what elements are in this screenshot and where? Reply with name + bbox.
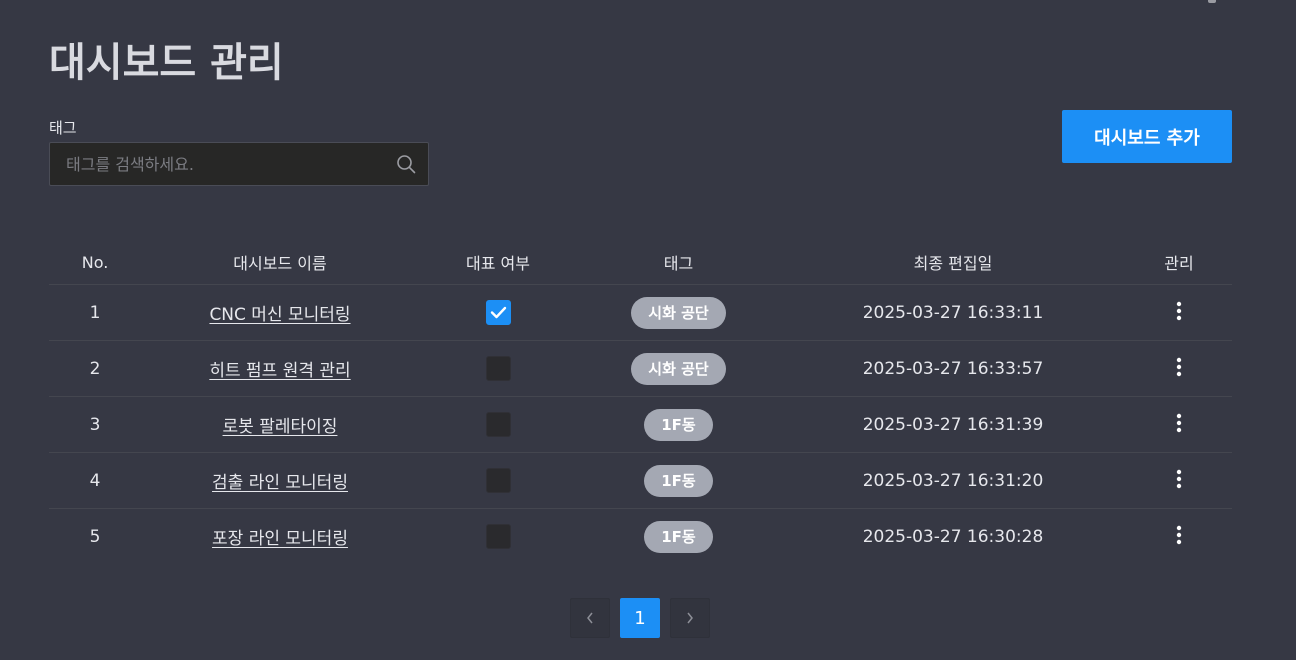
representative-checkbox[interactable] [485,356,511,381]
column-header-manage: 관리 [1126,240,1232,285]
tag-cell: 1F동 [577,509,780,565]
last-edited: 2025-03-27 16:33:57 [780,340,1126,397]
tag-badge: 1F동 [644,520,713,553]
representative-checkbox[interactable] [485,524,511,549]
table-row: 3 로봇 팔레타이징 1F동 2025-03-27 16:31:39 [49,396,1232,453]
row-number: 1 [49,284,141,341]
table-row: 2 히트 펌프 원격 관리 시화 공단 2025-03-27 16:33:57 [49,340,1232,397]
prev-page-button[interactable] [570,598,610,638]
row-number: 2 [49,340,141,397]
last-edited: 2025-03-27 16:31:20 [780,452,1126,509]
row-number: 4 [49,452,141,509]
next-page-button[interactable] [670,598,710,638]
more-vertical-icon[interactable] [1169,301,1189,325]
more-vertical-icon[interactable] [1169,413,1189,437]
last-edited: 2025-03-27 16:33:11 [780,284,1126,341]
column-header-no: No. [49,240,141,285]
row-number: 5 [89,526,101,547]
tag-filter-label: 태그 [49,119,77,137]
table-row: 5 포장 라인 모니터링 1F동 2025-03-27 16:30:28 [49,509,1232,565]
chevron-right-icon [687,612,693,624]
row-number: 3 [49,396,141,453]
column-header-tag: 태그 [577,240,780,285]
dashboard-name-link[interactable]: 포장 라인 모니터링 [212,529,348,549]
check-icon [490,306,506,319]
representative-cell [419,396,577,453]
tag-cell: 1F동 [577,396,780,453]
tag-badge: 1F동 [644,464,713,497]
name-cell: 히트 펌프 원격 관리 [141,340,419,397]
dashboard-name-link[interactable]: 검출 라인 모니터링 [212,473,348,493]
column-header-name: 대시보드 이름 [141,240,419,285]
table-row: 1 CNC 머신 모니터링 시화 공단 2025-03-27 16:33:11 [49,284,1232,341]
representative-checkbox[interactable] [485,412,511,437]
dashboard-name-link[interactable]: CNC 머신 모니터링 [209,305,350,325]
page-title: 대시보드 관리 [49,40,284,86]
chevron-left-icon [587,612,593,624]
tag-cell: 시화 공단 [577,340,780,397]
manage-cell [1126,509,1232,565]
column-header-last-edited: 최종 편집일 [780,240,1126,285]
representative-cell [419,452,577,509]
column-header-representative: 대표 여부 [419,240,577,285]
tag-search-box [49,142,429,186]
top-scroll-indicator [1208,0,1216,3]
name-cell: CNC 머신 모니터링 [141,284,419,341]
search-icon[interactable] [396,154,416,174]
manage-cell [1126,284,1232,341]
dashboard-table: No. 대시보드 이름 대표 여부 태그 최종 편집일 관리 1 CNC 머신 … [49,240,1232,564]
tag-badge: 시화 공단 [631,296,726,329]
representative-checkbox[interactable] [485,300,511,325]
add-dashboard-button[interactable]: 대시보드 추가 [1062,110,1232,163]
dashboard-name-link[interactable]: 로봇 팔레타이징 [223,417,338,437]
tag-cell: 1F동 [577,452,780,509]
manage-cell [1126,340,1232,397]
representative-checkbox[interactable] [485,468,511,493]
last-edited: 2025-03-27 16:30:28 [862,526,1044,547]
tag-badge: 시화 공단 [631,352,726,385]
manage-cell [1126,452,1232,509]
representative-cell [419,509,577,565]
more-vertical-icon[interactable] [1169,525,1189,549]
tag-search-input[interactable] [50,143,380,185]
name-cell: 포장 라인 모니터링 [141,509,419,565]
dashboard-name-link[interactable]: 히트 펌프 원격 관리 [209,361,350,381]
representative-cell [419,340,577,397]
more-vertical-icon[interactable] [1169,357,1189,381]
last-edited: 2025-03-27 16:31:39 [780,396,1126,453]
page-button-current[interactable]: 1 [620,598,660,638]
more-vertical-icon[interactable] [1169,469,1189,493]
tag-badge: 1F동 [644,408,713,441]
representative-cell [419,284,577,341]
tag-cell: 시화 공단 [577,284,780,341]
name-cell: 검출 라인 모니터링 [141,452,419,509]
manage-cell [1126,396,1232,453]
table-header-row: No. 대시보드 이름 대표 여부 태그 최종 편집일 관리 [49,240,1232,285]
table-row: 4 검출 라인 모니터링 1F동 2025-03-27 16:31:20 [49,452,1232,509]
pagination: 1 [570,598,710,638]
name-cell: 로봇 팔레타이징 [141,396,419,453]
